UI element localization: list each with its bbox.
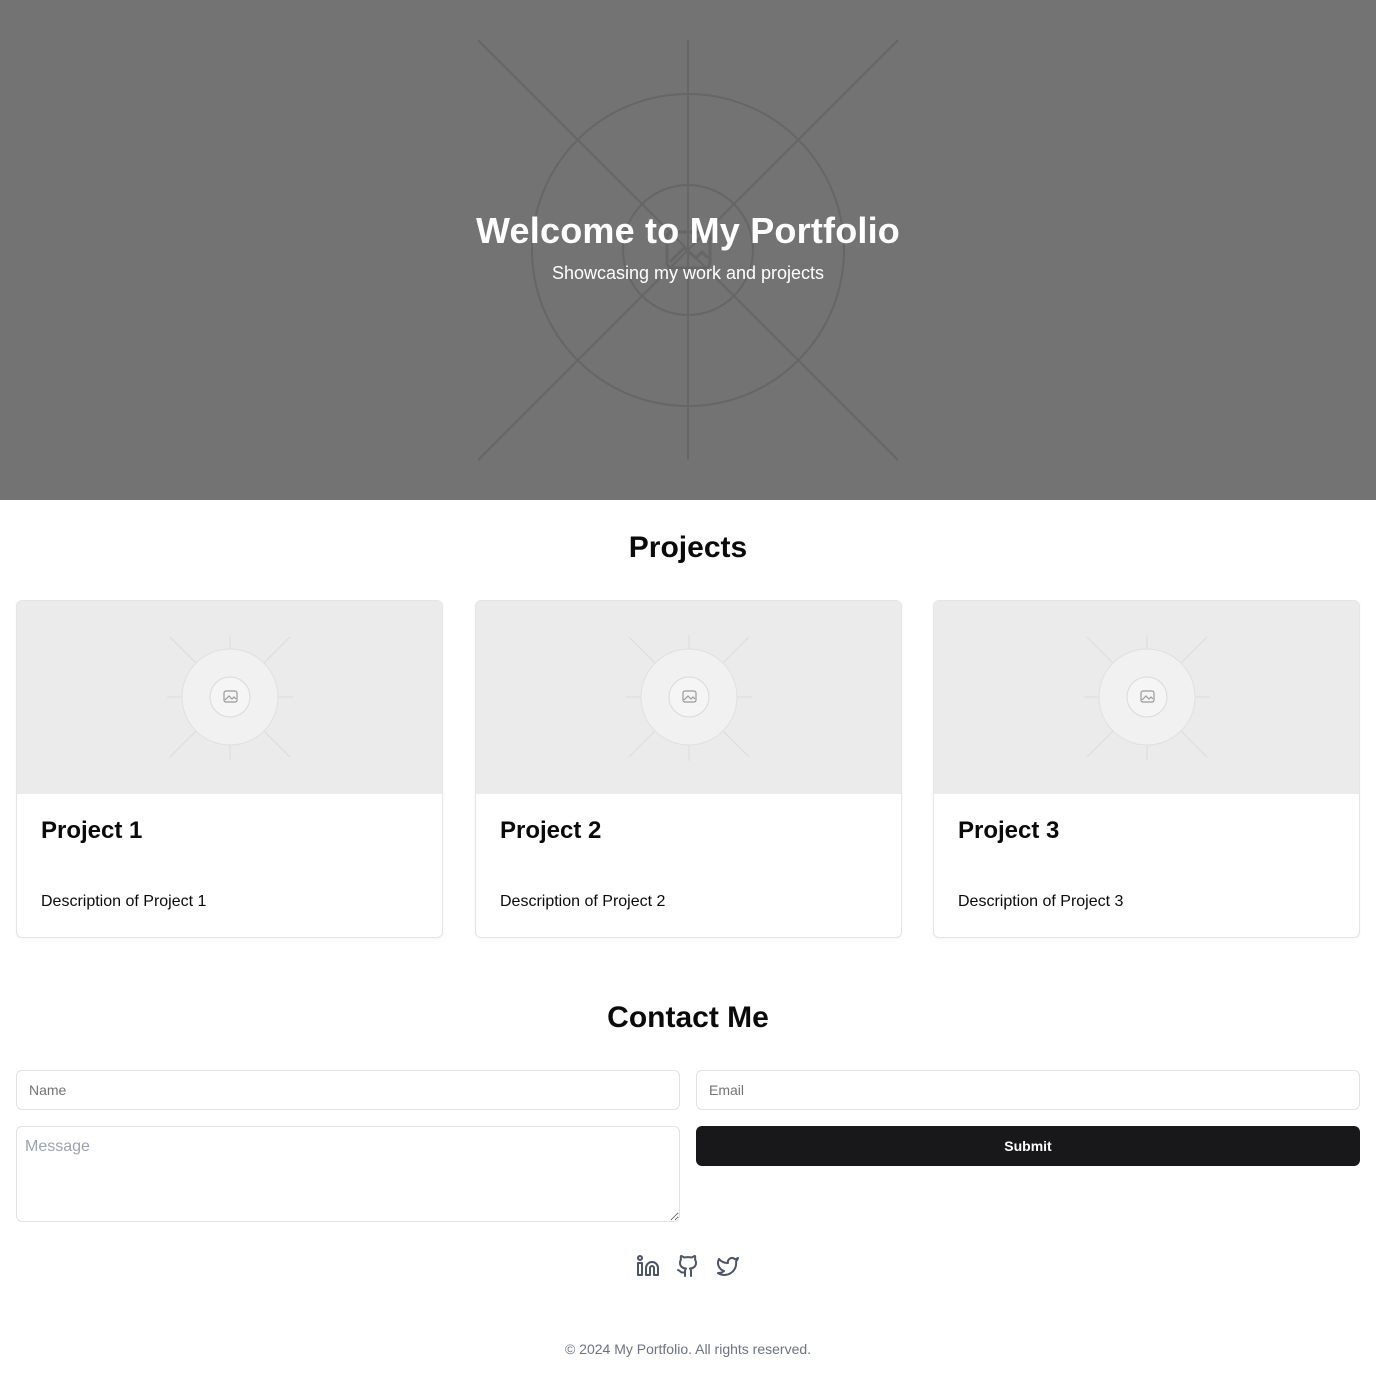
project-card-3[interactable]: Project 3 Description of Project 3	[933, 600, 1360, 938]
project-card-2[interactable]: Project 2 Description of Project 2	[475, 600, 902, 938]
projects-heading: Projects	[628, 531, 748, 564]
project-title: Project 3	[958, 817, 1060, 844]
message-textarea[interactable]	[16, 1126, 680, 1222]
image-placeholder-icon	[167, 635, 293, 761]
linkedin-icon	[637, 1255, 659, 1276]
project-description: Description of Project 1	[41, 893, 207, 910]
project-image	[934, 601, 1359, 794]
image-placeholder-icon	[1084, 635, 1210, 761]
github-link[interactable]	[676, 1254, 700, 1278]
github-icon	[677, 1255, 698, 1277]
hero-section: Welcome to My Portfolio Showcasing my wo…	[0, 0, 1376, 500]
project-title: Project 2	[500, 817, 602, 844]
image-placeholder-icon	[626, 635, 752, 761]
submit-button[interactable]: Submit	[696, 1126, 1360, 1166]
twitter-link[interactable]	[716, 1254, 740, 1278]
project-title: Project 1	[41, 817, 143, 844]
linkedin-link[interactable]	[636, 1254, 660, 1278]
project-description: Description of Project 3	[958, 893, 1124, 910]
project-image	[476, 601, 901, 794]
project-description: Description of Project 2	[500, 893, 666, 910]
hero-subtitle: Showcasing my work and projects	[551, 263, 825, 283]
email-input[interactable]	[696, 1070, 1360, 1110]
contact-heading: Contact Me	[607, 1001, 769, 1034]
project-image	[17, 601, 442, 794]
footer-copyright: © 2024 My Portfolio. All rights reserved…	[564, 1341, 812, 1357]
project-card-1[interactable]: Project 1 Description of Project 1	[16, 600, 443, 938]
name-input[interactable]	[16, 1070, 680, 1110]
twitter-icon	[717, 1257, 739, 1276]
hero-title: Welcome to My Portfolio	[476, 210, 900, 251]
